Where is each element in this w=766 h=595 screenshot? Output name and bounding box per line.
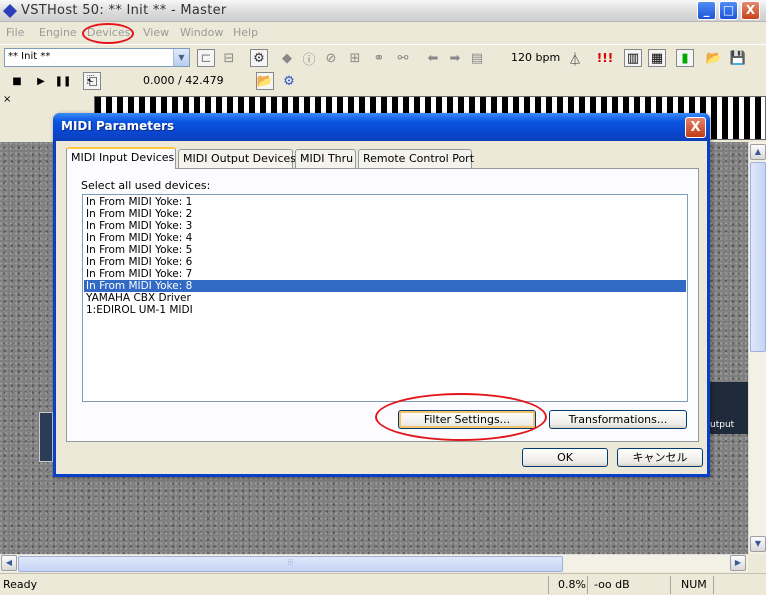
level-meter-icon[interactable]: ▮	[676, 49, 694, 67]
num-lock-indicator: NUM	[681, 578, 707, 591]
open-file-icon[interactable]: 📂	[256, 72, 274, 90]
dialog-title: MIDI Parameters	[61, 119, 175, 133]
status-separator	[587, 576, 588, 594]
time-display: 0.000 / 42.479	[143, 74, 224, 87]
config-icon[interactable]: ⚙	[250, 49, 268, 67]
menu-bar: File Engine Devices View Window Help	[0, 22, 766, 43]
preset-value: ** Init **	[8, 51, 51, 62]
bypass-icon[interactable]: ⊘	[322, 49, 340, 67]
info-icon[interactable]: ⓘ	[300, 49, 318, 68]
scroll-left-icon[interactable]: ◀	[1, 555, 17, 571]
keyboard-edit-icon[interactable]: ▦	[648, 49, 666, 67]
diamond-icon[interactable]: ◆	[278, 49, 296, 67]
transformations-button[interactable]: Transformations...	[549, 410, 687, 429]
menu-view[interactable]: View	[143, 26, 169, 39]
status-separator	[548, 576, 549, 594]
save-icon[interactable]: 💾	[729, 49, 747, 67]
play-icon[interactable]: ▶	[32, 72, 50, 90]
close-button[interactable]: X	[741, 1, 760, 20]
scroll-up-icon[interactable]: ▲	[750, 144, 766, 160]
tab-midi-thru[interactable]: MIDI Thru	[295, 149, 356, 168]
plugin-block-left[interactable]	[39, 412, 53, 462]
list-item[interactable]: In From MIDI Yoke: 5	[84, 244, 686, 256]
plugin-block-output[interactable]: utput	[708, 382, 748, 434]
close-icon: X	[690, 120, 701, 135]
edit-icon[interactable]: ⊞	[346, 49, 364, 67]
open-folder-icon[interactable]: 📂	[705, 49, 723, 67]
app-icon	[3, 4, 17, 18]
plugin-output-label: utput	[710, 420, 735, 430]
rewind-icon[interactable]: ⎗	[83, 72, 101, 90]
maximize-button[interactable]: □	[719, 1, 738, 20]
list-item[interactable]: In From MIDI Yoke: 6	[84, 256, 686, 268]
list-item[interactable]: In From MIDI Yoke: 7	[84, 268, 686, 280]
chevron-down-icon[interactable]: ▼	[173, 49, 189, 66]
menu-devices[interactable]: Devices	[87, 26, 130, 39]
keyboard-icon[interactable]: ▥	[624, 49, 642, 67]
scroll-right-icon[interactable]: ▶	[730, 555, 746, 571]
close-icon: X	[745, 3, 756, 17]
filter-settings-button[interactable]: Filter Settings...	[398, 410, 536, 429]
stop-icon[interactable]: ■	[8, 72, 26, 90]
list-item[interactable]: YAMAHA CBX Driver	[84, 292, 686, 304]
list-item[interactable]: In From MIDI Yoke: 3	[84, 220, 686, 232]
device-list[interactable]: In From MIDI Yoke: 1 In From MIDI Yoke: …	[82, 194, 688, 402]
status-text: Ready	[3, 578, 38, 591]
title-bar: VSTHost 50: ** Init ** - Master _ □ X	[0, 0, 766, 22]
status-separator	[670, 576, 671, 594]
arrow-left-icon[interactable]: ⬅	[424, 49, 442, 67]
bpm-display[interactable]: 120 bpm	[511, 51, 560, 64]
toolbar-main: ** Init ** ▼ ⊏ ⊟ ⚙ ◆ ⓘ ⊘ ⊞ ⚭ ⚯ ⬅ ➡ ▤ 120…	[0, 44, 766, 70]
menu-engine[interactable]: Engine	[39, 26, 77, 39]
menu-file[interactable]: File	[6, 26, 24, 39]
toolbar-transport: ■ ▶ ❚❚ ⎗ 0.000 / 42.479 📂 ⚙	[0, 70, 766, 92]
horizontal-scroll-thumb[interactable]: ⦙⦙⦙	[18, 556, 563, 572]
status-separator	[713, 576, 714, 594]
list-item[interactable]: In From MIDI Yoke: 1	[84, 196, 686, 208]
horizontal-scrollbar[interactable]: ◀ ⦙⦙⦙ ▶	[0, 554, 748, 572]
window-title: VSTHost 50: ** Init ** - Master	[21, 3, 227, 18]
tab-midi-input-devices[interactable]: MIDI Input Devices	[66, 147, 176, 169]
maximize-icon: □	[722, 3, 735, 17]
bank-icon[interactable]: ⊏	[197, 49, 215, 67]
cpu-load: 0.8%	[558, 578, 586, 591]
metronome-icon[interactable]: ⏃	[566, 49, 584, 68]
arrow-right-icon[interactable]: ➡	[446, 49, 464, 67]
vertical-scrollbar[interactable]: ▲ ▼	[748, 142, 766, 554]
link-icon[interactable]: ⚯	[394, 49, 412, 67]
cancel-button[interactable]: キャンセル	[617, 448, 703, 467]
vertical-scroll-thumb[interactable]	[750, 162, 766, 352]
list-item[interactable]: 1:EDIROL UM-1 MIDI	[84, 304, 686, 316]
tab-midi-output-devices[interactable]: MIDI Output Devices	[178, 149, 296, 168]
dialog-close-button[interactable]: X	[685, 117, 706, 138]
tab-remote-control-port[interactable]: Remote Control Port	[358, 149, 474, 168]
select-devices-label: Select all used devices:	[81, 179, 211, 192]
midi-parameters-dialog: MIDI Parameters X MIDI Input Devices MID…	[53, 113, 710, 477]
tab-panel-input-devices: Select all used devices: In From MIDI Yo…	[66, 168, 699, 442]
pause-icon[interactable]: ❚❚	[54, 72, 72, 90]
list-item[interactable]: In From MIDI Yoke: 4	[84, 232, 686, 244]
list-item-selected[interactable]: In From MIDI Yoke: 8	[84, 280, 686, 292]
close-keyboard-icon[interactable]: ×	[3, 94, 11, 105]
midi-panic-icon[interactable]: !!!	[596, 49, 614, 67]
status-bar: Ready 0.8% -oo dB NUM	[0, 573, 766, 595]
menu-window[interactable]: Window	[180, 26, 223, 39]
preset-combo[interactable]: ** Init ** ▼	[4, 48, 190, 67]
chain-icon[interactable]: ⚭	[370, 49, 388, 67]
save-bank-icon[interactable]: ⊟	[220, 49, 238, 67]
dialog-title-bar[interactable]: MIDI Parameters X	[53, 113, 710, 141]
scroll-down-icon[interactable]: ▼	[750, 536, 766, 552]
menu-help[interactable]: Help	[233, 26, 258, 39]
output-level: -oo dB	[594, 578, 630, 591]
stack-icon[interactable]: ▤	[468, 49, 486, 67]
list-item[interactable]: In From MIDI Yoke: 2	[84, 208, 686, 220]
record-icon[interactable]: ⚙	[280, 72, 298, 90]
ok-button[interactable]: OK	[522, 448, 608, 467]
minimize-button[interactable]: _	[697, 1, 716, 20]
minimize-icon: _	[703, 3, 710, 17]
